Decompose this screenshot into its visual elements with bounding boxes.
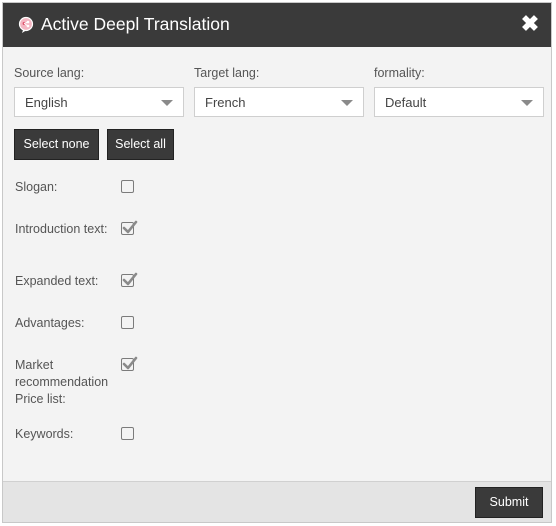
checkmark-icon bbox=[122, 356, 138, 370]
formality-select[interactable]: Default bbox=[374, 87, 544, 117]
option-expanded-checkbox[interactable] bbox=[121, 272, 138, 287]
option-slogan-label: Slogan: bbox=[15, 180, 58, 194]
chevron-down-icon bbox=[341, 100, 353, 106]
target-lang-select[interactable]: French bbox=[194, 87, 364, 117]
option-keywords-label: Keywords: bbox=[15, 427, 74, 441]
source-lang-label: Source lang: bbox=[14, 66, 85, 80]
dialog-footer bbox=[3, 481, 551, 522]
option-advantages-checkbox[interactable] bbox=[121, 316, 134, 329]
close-icon[interactable]: ✖ bbox=[519, 13, 541, 35]
option-keywords-checkbox[interactable] bbox=[121, 427, 134, 440]
target-lang-value: French bbox=[205, 95, 246, 110]
option-market-checkbox[interactable] bbox=[121, 356, 138, 371]
checkmark-icon bbox=[122, 272, 138, 286]
chevron-down-icon bbox=[161, 100, 173, 106]
option-advantages-label: Advantages: bbox=[15, 316, 85, 330]
option-introduction-label: Introduction text: bbox=[15, 222, 108, 236]
formality-label: formality: bbox=[374, 66, 425, 80]
option-market-label: Market recommendation Price list: bbox=[15, 358, 109, 406]
select-none-button[interactable]: Select none bbox=[14, 129, 99, 160]
target-lang-label: Target lang: bbox=[194, 66, 260, 80]
translation-dialog: Active Deepl Translation ✖ Source lang: … bbox=[2, 2, 552, 523]
option-expanded-label: Expanded text: bbox=[15, 274, 99, 288]
dialog-titlebar: Active Deepl Translation ✖ bbox=[3, 3, 551, 47]
chevron-down-icon bbox=[521, 100, 533, 106]
option-slogan-checkbox[interactable] bbox=[121, 180, 134, 193]
source-lang-select[interactable]: English bbox=[14, 87, 184, 117]
checkmark-icon bbox=[122, 220, 138, 234]
option-introduction-checkbox[interactable] bbox=[121, 220, 138, 235]
submit-button[interactable]: Submit bbox=[475, 487, 543, 518]
source-lang-value: English bbox=[25, 95, 68, 110]
deepl-logo-icon bbox=[17, 16, 35, 34]
formality-value: Default bbox=[385, 95, 427, 110]
select-all-button[interactable]: Select all bbox=[107, 129, 174, 160]
dialog-title: Active Deepl Translation bbox=[41, 14, 230, 34]
